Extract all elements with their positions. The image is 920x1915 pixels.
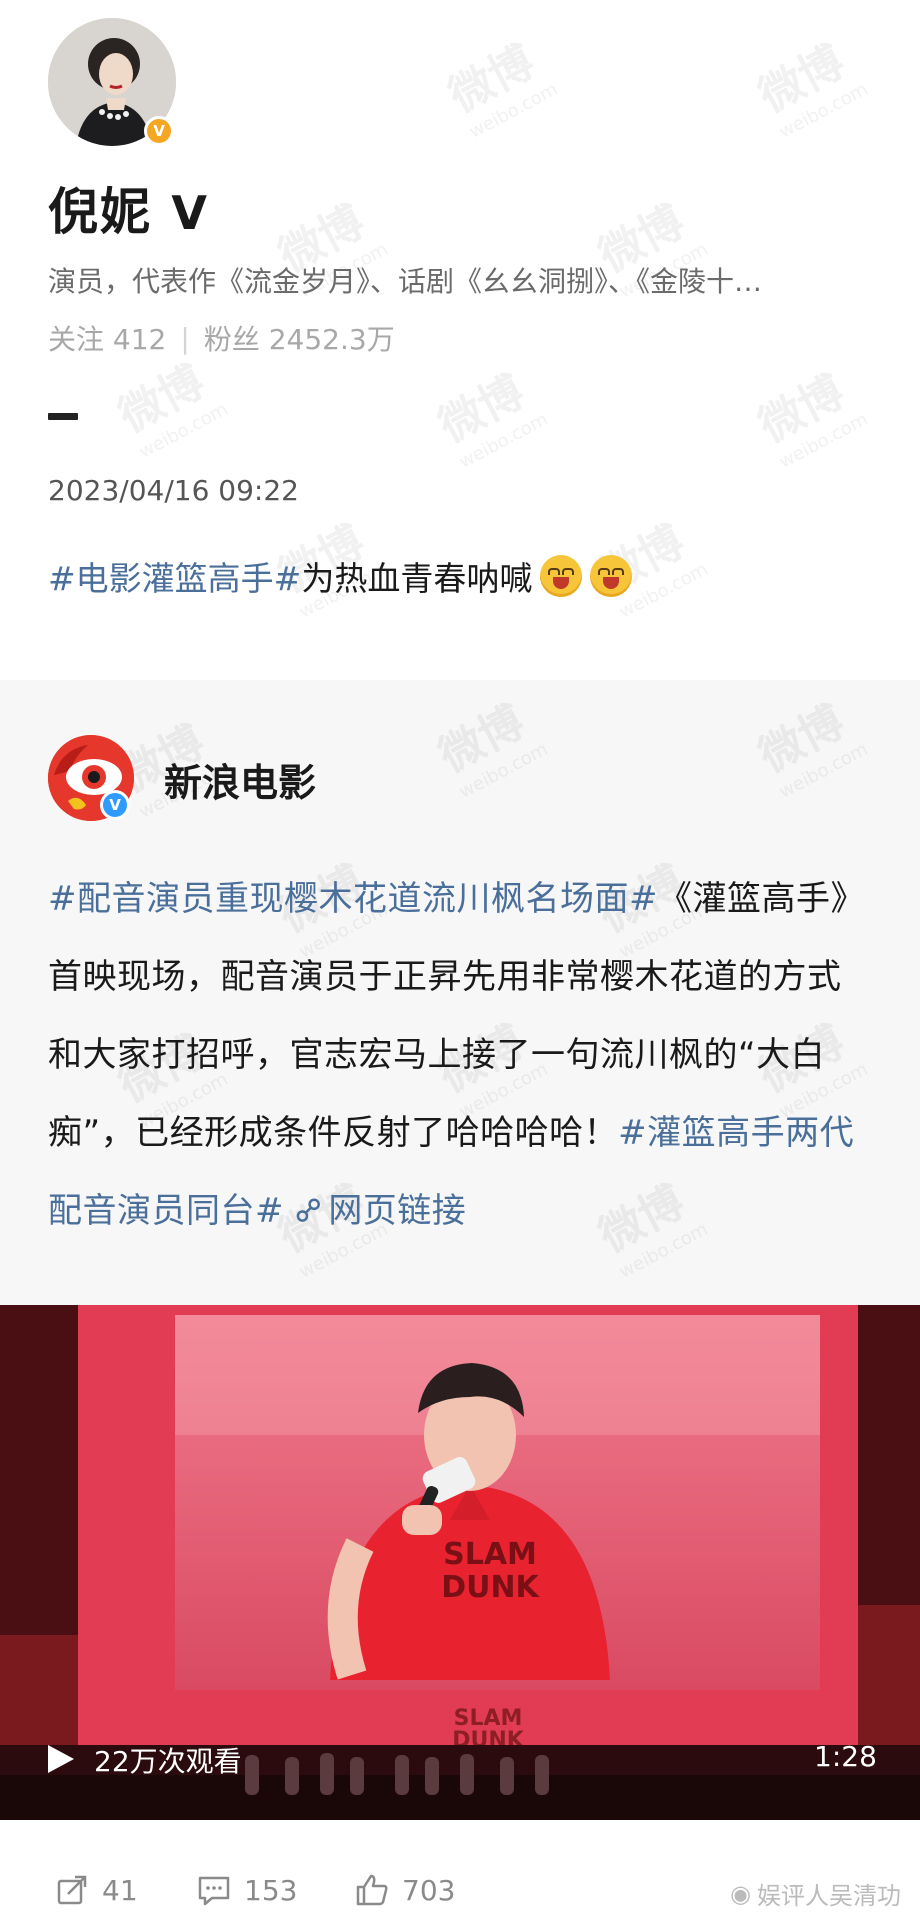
weibo-watermark: 微博weibo.com — [110, 356, 232, 463]
shirt-slam-text: SLAM — [443, 1537, 537, 1572]
verified-badge-icon: V — [144, 116, 174, 146]
repost-text: #配音演员重现樱木花道流川枫名场面#《灌篮高手》首映现场，配音演员于正昇先用非常… — [48, 860, 868, 1250]
comment-count: 153 — [244, 1873, 298, 1907]
followers-label: 粉丝 — [203, 323, 260, 356]
share-arrow-icon — [57, 1875, 87, 1905]
divider-dash — [48, 413, 78, 420]
following-stat[interactable]: 关注 412 — [48, 318, 166, 358]
credit-text: 娱评人吴清功 — [756, 1882, 901, 1910]
laughing-tears-emoji-icon — [590, 555, 633, 597]
weibo-watermark: 微博weibo.com — [440, 36, 562, 143]
verified-badge-icon: V — [100, 790, 130, 820]
comment-bubble-icon — [198, 1876, 230, 1906]
repost-source-name[interactable]: 新浪电影 — [164, 752, 316, 807]
follow-stats: 关注 412 | 粉丝 2452.3万 — [48, 318, 395, 358]
weibo-watermark: 微博weibo.com — [430, 366, 552, 473]
post-text: 为热血青春呐喊 — [301, 559, 533, 598]
stat-divider: | — [180, 321, 190, 355]
thumbs-up-icon — [356, 1874, 388, 1906]
weibo-logo-icon: ◉ — [730, 1879, 751, 1908]
weibo-watermark: 微博weibo.com — [750, 366, 872, 473]
video-view-count: 22万次观看 — [94, 1745, 242, 1778]
verified-v-label: V — [171, 186, 210, 240]
repost-count: 41 — [102, 1873, 138, 1907]
post-hashtag-link[interactable]: #电影灌篮高手# — [48, 552, 301, 600]
web-link-label: 网页链接 — [328, 1191, 467, 1231]
repost-button[interactable]: 41 — [54, 1872, 138, 1908]
repost-hashtag-1[interactable]: #配音演员重现樱木花道流川枫名场面# — [48, 879, 658, 919]
repost-body-text: 《灌篮高手》首映现场，配音演员于正昇先用非常樱木花道的方式和大家打招呼，官志宏马… — [48, 879, 865, 1153]
comment-button[interactable]: 153 — [196, 1872, 297, 1908]
web-link[interactable]: ⚯网页链接 — [285, 1187, 467, 1236]
following-label: 关注 — [48, 323, 105, 356]
video-duration: 1:28 — [814, 1740, 877, 1773]
author-name-text: 倪妮 — [48, 183, 152, 241]
post-timestamp: 2023/04/16 09:22 — [48, 474, 299, 507]
weibo-watermark: 微博weibo.com — [750, 36, 872, 143]
laughing-tears-emoji-icon — [540, 555, 583, 597]
post-content: #电影灌篮高手# 为热血青春呐喊 — [48, 552, 633, 600]
like-button[interactable]: 703 — [354, 1872, 455, 1908]
shirt-dunk-text: DUNK — [441, 1570, 540, 1605]
like-count: 703 — [402, 1873, 456, 1907]
followers-stat[interactable]: 粉丝 2452.3万 — [204, 318, 395, 358]
watermark-credit: ◉ 娱评人吴清功 — [730, 1876, 901, 1911]
author-bio: 演员，代表作《流金岁月》、话剧《幺幺洞捌》、《金陵十… — [48, 265, 763, 298]
following-count: 412 — [112, 323, 167, 356]
followers-count: 2452.3万 — [268, 323, 395, 356]
author-name[interactable]: 倪妮 V — [48, 172, 209, 244]
play-icon[interactable] — [48, 1745, 74, 1773]
